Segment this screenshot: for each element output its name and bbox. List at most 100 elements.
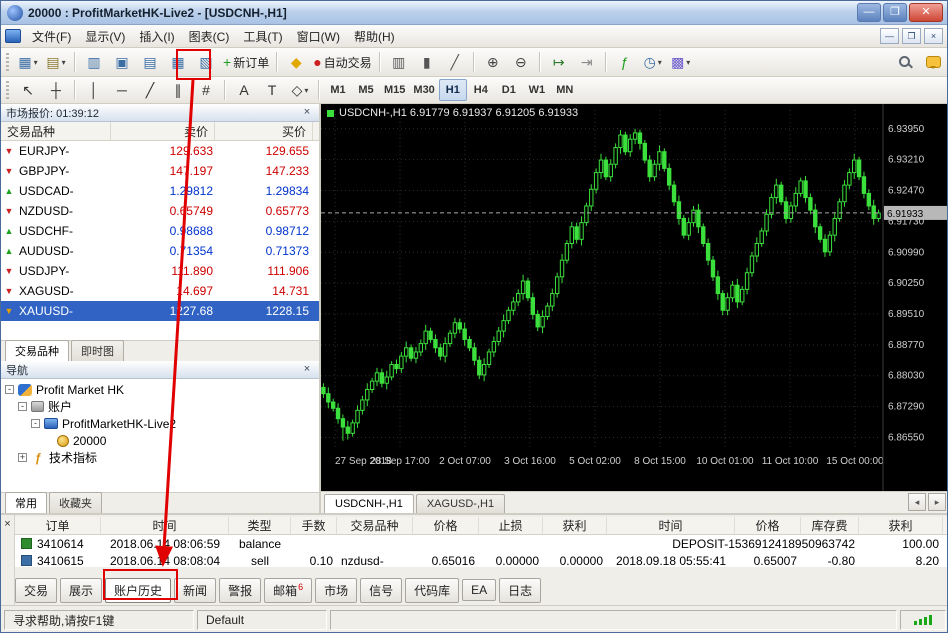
chart-minimize-button[interactable]: — (880, 28, 899, 44)
column-header-order[interactable]: 订单 (15, 517, 101, 534)
column-header-tp[interactable]: 获利 (543, 517, 607, 534)
market-watch-tab-即时图[interactable]: 即时图 (71, 340, 124, 361)
collapse-icon[interactable]: - (18, 402, 27, 411)
toolbar-grip[interactable] (6, 53, 9, 71)
market-watch-row[interactable]: ▼GBPJPY-147.197147.233 (1, 161, 319, 181)
close-icon[interactable]: × (300, 364, 314, 375)
terminal-tab-EA[interactable]: EA (462, 579, 496, 601)
timeframe-h1[interactable]: H1 (439, 79, 467, 101)
menu-窗口(W)[interactable]: 窗口(W) (290, 25, 347, 48)
nav-node-accounts[interactable]: -账户 (1, 398, 319, 415)
auto-scroll-button[interactable]: ↦ (545, 50, 573, 74)
terminal-tab-代码库[interactable]: 代码库 (405, 578, 459, 603)
community-button[interactable] (919, 50, 947, 74)
market-watch-row[interactable]: ▼XAGUSD-14.69714.731 (1, 281, 319, 301)
minimize-button[interactable]: — (857, 3, 881, 22)
candlestick-chart[interactable]: 27 Sep 201828 Sep 17:002 Oct 07:003 Oct … (321, 104, 948, 491)
history-row[interactable]: 34106152018.06.14 08:08:04sell0.10nzdusd… (15, 552, 948, 567)
close-button[interactable]: ✕ (909, 3, 943, 22)
collapse-icon[interactable]: - (31, 419, 40, 428)
timeframe-m5[interactable]: M5 (352, 79, 380, 101)
column-header-symbol[interactable]: 交易品种 (337, 517, 413, 534)
metaeditor-button[interactable]: ◆ (282, 50, 310, 74)
crosshair-button[interactable]: ┼ (42, 78, 70, 102)
vertical-line-button[interactable]: │ (80, 78, 108, 102)
history-row[interactable]: 34106142018.06.14 08:06:59balanceDEPOSIT… (15, 535, 948, 552)
terminal-tab-警报[interactable]: 警报 (219, 578, 261, 603)
search-button[interactable] (891, 50, 919, 74)
chart-tab-XAGUSD-,H1[interactable]: XAGUSD-,H1 (416, 494, 505, 513)
navigator-tab-常用[interactable]: 常用 (5, 492, 47, 513)
chart-shift-button[interactable]: ⇥ (573, 50, 601, 74)
timeframe-m1[interactable]: M1 (324, 79, 352, 101)
market-watch-row[interactable]: ▼NZDUSD-0.657490.65773 (1, 201, 319, 221)
terminal-button[interactable]: ▦ (164, 50, 192, 74)
column-header-sl[interactable]: 止损 (479, 517, 543, 534)
column-header-symbol[interactable]: 交易品种 (1, 122, 111, 140)
templates-button[interactable]: ▩▾ (667, 50, 695, 74)
terminal-tab-交易[interactable]: 交易 (15, 578, 57, 603)
restore-button[interactable]: ❐ (883, 3, 907, 22)
market-watch-row[interactable]: ▲USDCAD-1.298121.29834 (1, 181, 319, 201)
profiles-button[interactable]: ▤▾ (42, 50, 70, 74)
fibonacci-button[interactable]: # (192, 78, 220, 102)
chart-bars-button[interactable]: ▥ (385, 50, 413, 74)
terminal-tab-展示[interactable]: 展示 (60, 578, 102, 603)
chart-line-button[interactable]: ╱ (441, 50, 469, 74)
new-order-button[interactable]: +新订单 (220, 50, 272, 74)
status-profile[interactable]: Default (197, 610, 327, 630)
scroll-left-icon[interactable]: ◂ (908, 493, 926, 511)
scroll-right-icon[interactable]: ▸ (928, 493, 946, 511)
terminal-tab-账户历史[interactable]: 账户历史 (105, 578, 171, 603)
timeframe-mn[interactable]: MN (551, 79, 579, 101)
terminal-tab-新闻[interactable]: 新闻 (174, 578, 216, 603)
chart-candles-button[interactable]: ▮ (413, 50, 441, 74)
trendline-button[interactable]: ╱ (136, 78, 164, 102)
zoom-out-button[interactable]: ⊖ (507, 50, 535, 74)
terminal-tab-市场[interactable]: 市场 (315, 578, 357, 603)
timeframe-h4[interactable]: H4 (467, 79, 495, 101)
menu-帮助(H)[interactable]: 帮助(H) (347, 25, 402, 48)
strategy-tester-button[interactable]: ▧ (192, 50, 220, 74)
market-watch-row[interactable]: ▲AUDUSD-0.713540.71373 (1, 241, 319, 261)
zoom-in-button[interactable]: ⊕ (479, 50, 507, 74)
new-chart-button[interactable]: ▦▾ (14, 50, 42, 74)
column-header-swap[interactable]: 库存费 (801, 517, 859, 534)
collapse-icon[interactable]: - (5, 385, 14, 394)
nav-node-server[interactable]: -ProfitMarketHK-Live2 (1, 415, 319, 432)
timeframe-m15[interactable]: M15 (380, 79, 409, 101)
horizontal-line-button[interactable]: ─ (108, 78, 136, 102)
menu-显示(V)[interactable]: 显示(V) (78, 25, 132, 48)
terminal-tab-邮箱[interactable]: 邮箱6 (264, 578, 312, 603)
terminal-close-icon[interactable]: × (4, 519, 10, 529)
column-header-cprice[interactable]: 价格 (735, 517, 801, 534)
chart-tab-USDCNH-,H1[interactable]: USDCNH-,H1 (324, 494, 414, 513)
cursor-button[interactable]: ↖ (14, 78, 42, 102)
market-watch-row[interactable]: ▼USDJPY-111.890111.906 (1, 261, 319, 281)
market-watch-row[interactable]: ▼EURJPY-129.633129.655 (1, 141, 319, 161)
timeframe-m30[interactable]: M30 (409, 79, 438, 101)
terminal-tab-日志[interactable]: 日志 (499, 578, 541, 603)
market-watch-button[interactable]: ▥ (80, 50, 108, 74)
text-button[interactable]: A (230, 78, 258, 102)
chart-restore-button[interactable]: ❐ (902, 28, 921, 44)
menu-工具(T)[interactable]: 工具(T) (236, 25, 289, 48)
column-header-ctime[interactable]: 时间 (607, 517, 735, 534)
column-header-time[interactable]: 时间 (101, 517, 229, 534)
timeframe-w1[interactable]: W1 (523, 79, 551, 101)
menu-插入(I)[interactable]: 插入(I) (132, 25, 181, 48)
toolbar-grip[interactable] (6, 81, 9, 99)
nav-node-mt-logo[interactable]: -Profit Market HK (1, 381, 319, 398)
text-label-button[interactable]: T (258, 78, 286, 102)
nav-node-indicators[interactable]: +ƒ技术指标 (1, 449, 319, 466)
column-header-profit[interactable]: 获利 (859, 517, 943, 534)
close-icon[interactable]: × (300, 107, 314, 118)
chart-area[interactable]: 27 Sep 201828 Sep 17:002 Oct 07:003 Oct … (321, 104, 948, 491)
column-header-type[interactable]: 类型 (229, 517, 291, 534)
menu-图表(C)[interactable]: 图表(C) (182, 25, 237, 48)
arrows-button[interactable]: ◇▾ (286, 78, 314, 102)
timeframe-d1[interactable]: D1 (495, 79, 523, 101)
market-watch-row[interactable]: ▼XAUUSD-1227.681228.15 (1, 301, 319, 321)
chart-close-button[interactable]: × (924, 28, 943, 44)
periods-button[interactable]: ◷▾ (639, 50, 667, 74)
